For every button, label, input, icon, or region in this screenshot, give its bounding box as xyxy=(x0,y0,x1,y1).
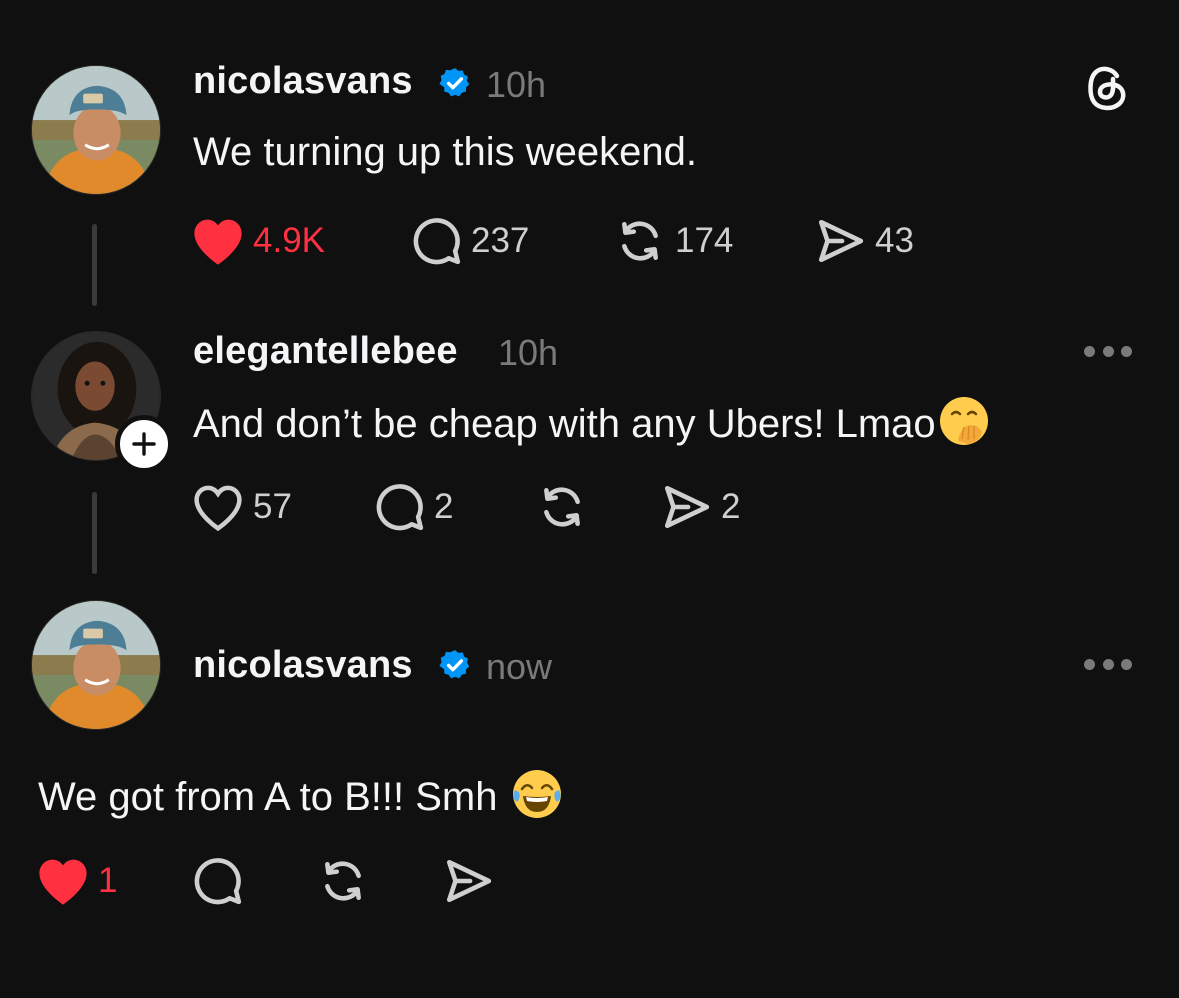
reply-button[interactable] xyxy=(192,856,244,906)
username[interactable]: nicolasvans xyxy=(193,60,413,103)
repost-button[interactable] xyxy=(316,856,370,906)
heart-icon xyxy=(39,859,87,905)
send-icon xyxy=(446,859,492,903)
reply-button[interactable]: 237 xyxy=(411,216,529,266)
share-button[interactable]: 2 xyxy=(659,482,740,532)
avatar-nicolasvans[interactable] xyxy=(31,600,161,730)
plus-icon xyxy=(132,432,156,456)
like-button[interactable]: 4.9K xyxy=(191,216,325,266)
reply-button[interactable]: 2 xyxy=(374,482,453,532)
post-text: We turning up this weekend. xyxy=(193,130,698,174)
more-options-icon[interactable] xyxy=(1084,657,1132,671)
post-text-content: We got from A to B!!! Smh xyxy=(38,775,498,819)
reply-count: 2 xyxy=(434,487,454,526)
share-count: 43 xyxy=(875,221,914,260)
send-icon xyxy=(664,485,710,529)
speech-bubble-icon xyxy=(413,218,461,265)
share-button[interactable] xyxy=(441,856,495,906)
like-button[interactable]: 1 xyxy=(36,856,117,906)
share-count: 2 xyxy=(721,487,741,526)
repost-icon xyxy=(325,861,361,901)
face-with-tears-of-joy-icon xyxy=(512,770,561,818)
timestamp: now xyxy=(486,646,553,687)
post-text: We got from A to B!!! Smh xyxy=(38,768,563,820)
username[interactable]: nicolasvans xyxy=(193,644,413,687)
username[interactable]: elegantellebee xyxy=(193,330,458,373)
repost-button[interactable] xyxy=(535,482,589,532)
repost-icon xyxy=(622,221,658,261)
thread-line xyxy=(92,492,97,574)
post-text-content: And don’t be cheap with any Ubers! Lmao xyxy=(193,402,936,446)
avatar-nicolasvans[interactable] xyxy=(31,65,161,195)
face-with-hand-over-mouth-icon xyxy=(939,397,988,445)
thread-line xyxy=(92,224,97,306)
verified-badge-icon xyxy=(439,650,470,679)
repost-count: 174 xyxy=(675,221,734,260)
timestamp: 10h xyxy=(486,64,547,105)
timestamp: 10h xyxy=(498,332,559,373)
like-button[interactable]: 57 xyxy=(191,482,292,532)
threads-logo-icon[interactable] xyxy=(1082,62,1130,114)
repost-icon xyxy=(544,487,580,527)
like-count: 1 xyxy=(98,861,118,900)
send-icon xyxy=(818,219,864,263)
speech-bubble-icon xyxy=(376,484,424,531)
post-text: And don’t be cheap with any Ubers! Lmao xyxy=(193,395,990,447)
share-button[interactable]: 43 xyxy=(813,216,914,266)
repost-button[interactable]: 174 xyxy=(613,216,733,266)
heart-icon xyxy=(194,485,242,532)
heart-icon xyxy=(194,219,242,265)
like-count: 4.9K xyxy=(253,221,325,260)
more-options-icon[interactable] xyxy=(1084,344,1132,358)
like-count: 57 xyxy=(253,487,292,526)
verified-badge-icon xyxy=(439,68,470,97)
speech-bubble-icon xyxy=(194,858,242,905)
follow-button[interactable] xyxy=(115,415,173,473)
reply-count: 237 xyxy=(471,221,530,260)
